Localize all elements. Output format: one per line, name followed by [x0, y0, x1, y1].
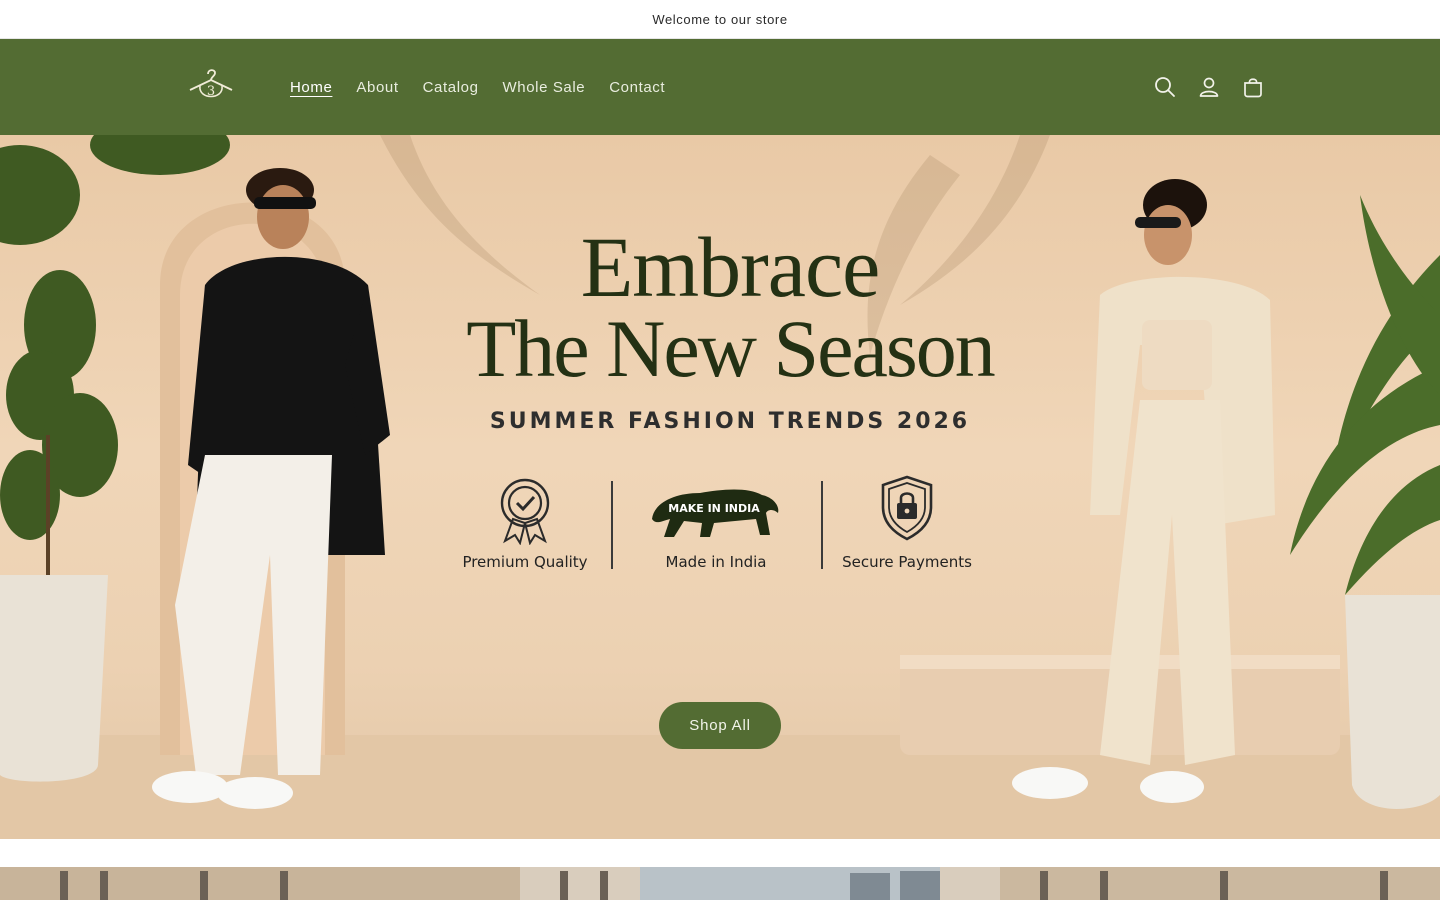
account-icon — [1199, 77, 1219, 97]
nav-catalog[interactable]: Catalog — [411, 79, 491, 96]
store-logo[interactable]: 3 — [186, 65, 236, 109]
hero-headline: Embrace The New Season — [420, 219, 1040, 395]
feature-secure-payments: Secure Payments — [817, 473, 997, 583]
feature-label-quality: Premium Quality — [462, 553, 588, 571]
feature-made-in-india: MAKE IN INDIA Made in India — [626, 473, 806, 583]
cart-button[interactable] — [1238, 72, 1268, 102]
nav-about[interactable]: About — [344, 79, 410, 96]
nav-contact[interactable]: Contact — [597, 79, 677, 96]
shield-lock-icon — [881, 475, 933, 541]
search-icon — [1155, 77, 1175, 97]
hero-headline-line1: Embrace — [580, 219, 881, 315]
main-nav: Home About Catalog Whole Sale Contact — [278, 39, 677, 135]
lion-icon: MAKE IN INDIA — [652, 489, 779, 537]
quality-badge-icon — [500, 478, 550, 545]
feature-label-secure: Secure Payments — [842, 553, 972, 571]
feature-label-india: Made in India — [665, 553, 767, 571]
svg-text:3: 3 — [207, 84, 215, 99]
announcement-bar: Welcome to our store — [0, 0, 1440, 39]
hero-headline-line2: The New Season — [466, 303, 996, 395]
nav-home[interactable]: Home — [278, 79, 344, 96]
search-button[interactable] — [1150, 72, 1180, 102]
site-header: 3 Home About Catalog Whole Sale Contact — [0, 39, 1440, 135]
announcement-text: Welcome to our store — [652, 11, 788, 27]
building-image — [0, 867, 1440, 900]
next-section-preview — [0, 867, 1440, 900]
account-button[interactable] — [1194, 72, 1224, 102]
hanger-logo-icon: 3 — [189, 69, 233, 99]
feature-premium-quality: Premium Quality — [435, 473, 615, 583]
svg-text:MAKE IN INDIA: MAKE IN INDIA — [668, 502, 760, 515]
nav-whole-sale[interactable]: Whole Sale — [491, 79, 598, 96]
shop-all-button[interactable]: Shop All — [659, 702, 781, 749]
hero-banner: Embrace The New Season SUMMER FASHION TR… — [0, 135, 1440, 839]
cart-icon — [1244, 78, 1262, 98]
hero-subheadline: SUMMER FASHION TRENDS 2026 — [489, 409, 971, 434]
feature-badges: Premium Quality MAKE IN INDIA Made in In… — [440, 473, 1000, 583]
header-actions — [1150, 39, 1268, 135]
feature-divider — [611, 481, 613, 569]
